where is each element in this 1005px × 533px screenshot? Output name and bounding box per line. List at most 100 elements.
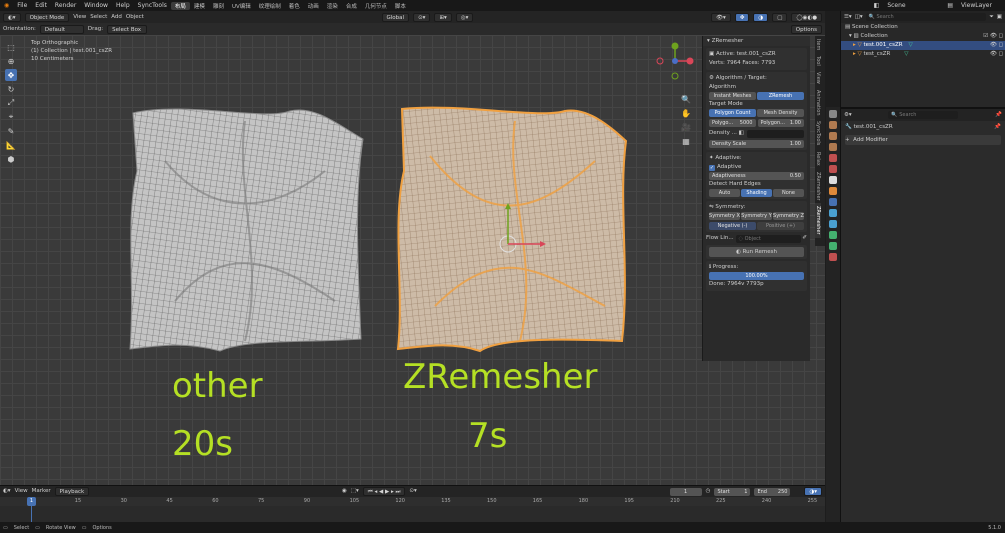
pivot-icon[interactable]: ⊙▾ xyxy=(413,12,431,22)
visibility-eye-icon[interactable]: 👁 ◻ xyxy=(990,41,1005,50)
timeline-track[interactable] xyxy=(0,506,825,522)
tab-animation[interactable]: 动画 xyxy=(304,2,323,10)
collection-tab-icon[interactable] xyxy=(829,176,837,184)
constraints-tab-icon[interactable] xyxy=(829,231,837,239)
timeline-editor-icon[interactable]: ◐▾ xyxy=(3,487,11,496)
transform-orientation-select[interactable]: Global xyxy=(381,12,410,22)
drag-select[interactable]: Select Box xyxy=(107,24,148,34)
tab-zremesher-b[interactable]: ZRemesher xyxy=(815,203,821,238)
hard-edges-auto[interactable]: Auto xyxy=(709,189,740,197)
display-mode-icon[interactable]: ◫▾ xyxy=(855,13,863,22)
target-polygon-count[interactable]: Polygon Count xyxy=(709,109,756,117)
snap-icon[interactable]: ⊞▾ xyxy=(434,12,452,22)
tab-shading[interactable]: 着色 xyxy=(285,2,304,10)
collection-row[interactable]: ▾ ▥ Collection ☑ 👁 ◻ xyxy=(841,32,1005,41)
timeline-filter-icon[interactable]: ◑▾ xyxy=(804,487,822,496)
material-tab-icon[interactable] xyxy=(829,253,837,261)
tab-relax[interactable]: Relax xyxy=(815,149,821,169)
adaptive-checkbox[interactable]: ✓ xyxy=(709,164,715,171)
preview-range-icon[interactable]: ◷ xyxy=(706,487,711,496)
adaptiveness-field[interactable]: Adaptiveness 0.50 xyxy=(709,172,804,180)
current-frame-field[interactable]: 1 xyxy=(669,487,702,496)
visibility-eye-icon[interactable]: 👁 ◻ xyxy=(990,50,1005,59)
outliner-editor-icon[interactable]: ☰▾ xyxy=(844,13,852,22)
sync-icon[interactable]: ⊙▾ xyxy=(409,487,416,496)
properties-editor-icon[interactable]: ⚙▾ xyxy=(844,111,852,120)
filter-icon[interactable]: ⏷ xyxy=(989,13,993,22)
collapse-icon[interactable]: ▾ xyxy=(707,37,710,46)
tab-zremesher-a[interactable]: ZRemesher xyxy=(815,169,821,204)
tab-texture-paint[interactable]: 纹理绘制 xyxy=(255,2,285,10)
tab-sculpting[interactable]: 雕刻 xyxy=(209,2,228,10)
tab-synctools[interactable]: SyncTools xyxy=(815,118,821,148)
scene-collection-row[interactable]: ▤ Scene Collection xyxy=(841,23,1005,32)
scale-icon[interactable]: ⤢ xyxy=(5,97,17,109)
symmetry-y[interactable]: Symmetry Y xyxy=(741,212,772,220)
menu-file[interactable]: File xyxy=(13,2,31,9)
viewlayer-name[interactable]: ViewLayer xyxy=(957,2,1005,9)
outliner-search-input[interactable]: 🔍 Search xyxy=(865,13,987,21)
menu-window[interactable]: Window xyxy=(80,2,112,9)
vp-menu-select[interactable]: Select xyxy=(90,13,107,22)
density-scale-field[interactable]: Density Scale 1.00 xyxy=(709,140,804,148)
tl-menu-view[interactable]: View xyxy=(15,487,28,496)
transform-icon[interactable]: ⌖ xyxy=(5,111,17,123)
density-field[interactable] xyxy=(746,129,804,138)
symmetry-z[interactable]: Symmetry Z xyxy=(773,212,804,220)
hard-edges-shading[interactable]: Shading xyxy=(741,189,772,197)
hard-edges-none[interactable]: None xyxy=(773,189,804,197)
mesh-zremesher[interactable] xyxy=(390,101,635,356)
navigation-gizmo[interactable] xyxy=(655,41,695,81)
collection-check-icon[interactable]: ☑ 👁 ◻ xyxy=(983,32,1005,41)
tab-tool[interactable]: Tool xyxy=(815,53,821,69)
keying-icon[interactable]: ⬚▾ xyxy=(351,487,359,496)
density-picker-icon[interactable]: ◧ xyxy=(737,129,744,138)
scene-tab-icon[interactable] xyxy=(829,154,837,162)
annotate-icon[interactable]: ✎ xyxy=(5,125,17,137)
object-tab-icon[interactable] xyxy=(829,187,837,195)
menu-render[interactable]: Render xyxy=(51,2,80,9)
vp-menu-view[interactable]: View xyxy=(73,13,86,22)
move-icon[interactable]: ✥ xyxy=(5,69,17,81)
physics-tab-icon[interactable] xyxy=(829,220,837,228)
cursor-icon[interactable]: ⊕ xyxy=(5,55,17,67)
world-tab-icon[interactable] xyxy=(829,165,837,173)
vp-menu-add[interactable]: Add xyxy=(111,13,122,22)
properties-search-input[interactable]: 🔍 Search xyxy=(888,111,959,119)
blender-logo-icon[interactable]: ◉ xyxy=(0,2,13,9)
add-cube-icon[interactable]: ⬢ xyxy=(5,153,17,165)
shading-modes-icon[interactable]: ◯◉◐● xyxy=(791,12,822,22)
camera-icon[interactable]: 🎥 xyxy=(680,121,692,133)
render-tab-icon[interactable] xyxy=(829,121,837,129)
symmetry-x[interactable]: Symmetry X xyxy=(709,212,740,220)
tab-layout[interactable]: 布局 xyxy=(170,1,190,10)
modifier-tab-icon[interactable] xyxy=(829,198,837,206)
visibility-icon[interactable]: 👁▾ xyxy=(711,12,731,22)
run-remesh-button[interactable]: ◐ Run Remesh xyxy=(709,247,804,257)
flow-lines-field[interactable]: ◌ Object xyxy=(735,234,801,243)
outliner-row-test[interactable]: ▸ ▽ test_csZR ▽ 👁 ◻ xyxy=(841,50,1005,59)
pin-icon[interactable]: 📌 xyxy=(995,111,1002,120)
select-box-icon[interactable]: ⬚ xyxy=(5,41,17,53)
pan-hand-icon[interactable]: ✋ xyxy=(680,107,692,119)
mesh-other-remesh[interactable] xyxy=(125,101,370,356)
rotate-icon[interactable]: ↻ xyxy=(5,83,17,95)
overlays-toggle-icon[interactable]: ◑ xyxy=(753,12,769,22)
data-tab-icon[interactable] xyxy=(829,242,837,250)
playback-controls[interactable]: ⏮ ◂ ◀ ▶ ▸ ⏭ xyxy=(362,487,406,496)
tab-item[interactable]: Item xyxy=(815,36,821,53)
add-modifier-button[interactable]: + Add Modifier xyxy=(845,135,1001,145)
frame-ruler[interactable]: 1 15 30 45 60 75 90 105 120 135 150 165 180 195 210 225… xyxy=(0,497,825,506)
symmetry-positive[interactable]: Positive (+) xyxy=(757,222,804,230)
view-layer-tab-icon[interactable] xyxy=(829,143,837,151)
gizmo-toggle-icon[interactable]: ✥ xyxy=(734,12,750,22)
measure-icon[interactable]: 📐 xyxy=(5,139,17,151)
output-tab-icon[interactable] xyxy=(829,132,837,140)
symmetry-negative[interactable]: Negative (-) xyxy=(709,222,756,230)
algo-zremesh[interactable]: ZRemesh xyxy=(757,92,804,100)
vp-menu-object[interactable]: Object xyxy=(126,13,144,22)
tl-menu-marker[interactable]: Marker xyxy=(32,487,51,496)
polygon-ratio-field[interactable]: Polygon... 1.00 xyxy=(757,119,804,127)
tool-tab-icon[interactable] xyxy=(829,110,837,118)
zoom-icon[interactable]: 🔍 xyxy=(680,93,692,105)
